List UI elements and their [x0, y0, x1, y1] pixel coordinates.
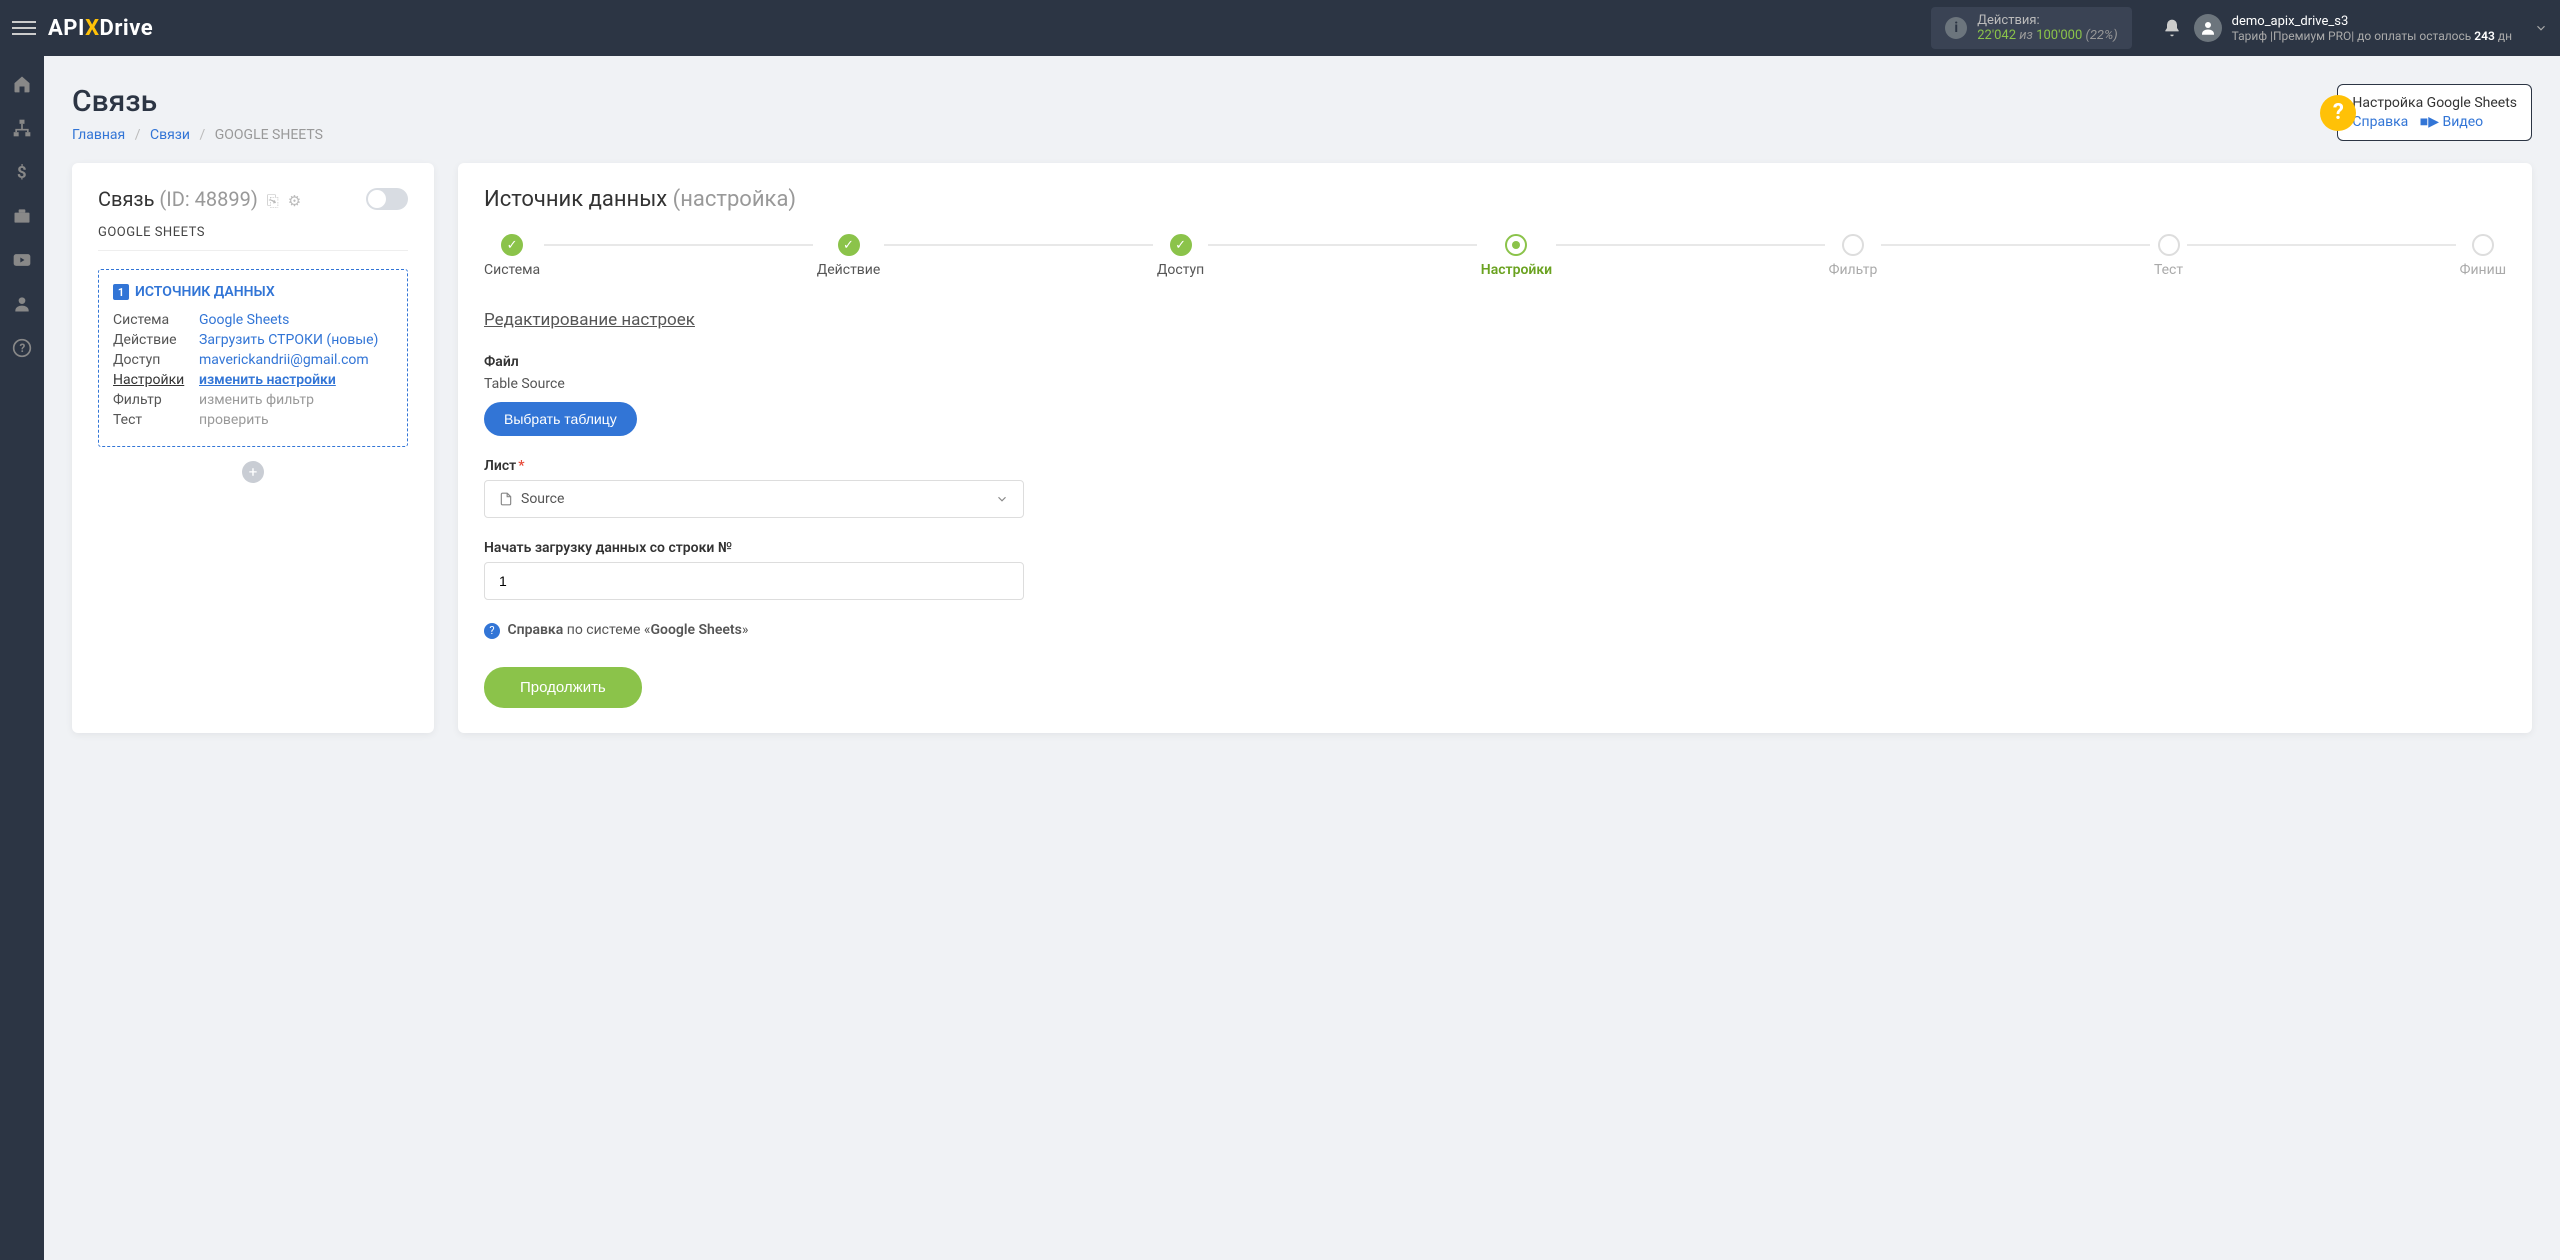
- stepper: ✓Система ✓Действие ✓Доступ Настройки Фил…: [484, 234, 2506, 278]
- step-action[interactable]: ✓Действие: [817, 234, 881, 278]
- logo-api: API: [48, 16, 85, 41]
- left-card-title: Связь (ID: 48899) ⎘ ⚙: [98, 187, 301, 211]
- source-title: ИСТОЧНИК ДАННЫХ: [135, 284, 275, 300]
- src-action-link[interactable]: Загрузить СТРОКИ (новые): [199, 332, 378, 348]
- home-icon[interactable]: [12, 74, 32, 94]
- src-settings-link[interactable]: изменить настройки: [199, 372, 336, 388]
- enable-toggle[interactable]: [366, 188, 408, 210]
- logo[interactable]: APIXDrive: [48, 16, 153, 41]
- breadcrumb: Главная / Связи / GOOGLE SHEETS: [72, 127, 2532, 143]
- step-filter[interactable]: Фильтр: [1829, 234, 1878, 278]
- left-card-subtitle: GOOGLE SHEETS: [98, 225, 408, 251]
- chevron-down-icon: [995, 492, 1009, 506]
- briefcase-icon[interactable]: [12, 206, 32, 226]
- src-filter-link[interactable]: изменить фильтр: [199, 392, 314, 408]
- svg-text:$: $: [17, 164, 27, 182]
- breadcrumb-home[interactable]: Главная: [72, 127, 125, 143]
- step-finish[interactable]: Финиш: [2460, 234, 2506, 278]
- user-name: demo_apix_drive_s3: [2232, 14, 2512, 29]
- source-badge: 1: [113, 284, 129, 300]
- source-block: 1 ИСТОЧНИК ДАННЫХ СистемаGoogle Sheets Д…: [98, 269, 408, 447]
- user-icon[interactable]: [12, 294, 32, 314]
- file-icon: [499, 492, 513, 506]
- src-test-link[interactable]: проверить: [199, 412, 269, 428]
- actions-percent: (22%): [2086, 28, 2118, 43]
- actions-label: Действия:: [1977, 13, 2117, 28]
- actions-of: из: [2019, 28, 2033, 43]
- step-settings[interactable]: Настройки: [1481, 234, 1552, 278]
- sheet-label: Лист*: [484, 458, 2506, 474]
- logo-x: X: [85, 16, 99, 41]
- hamburger-menu-icon[interactable]: [12, 16, 36, 40]
- youtube-icon[interactable]: [12, 250, 32, 270]
- user-info[interactable]: demo_apix_drive_s3 Тариф |Премиум PRO| д…: [2194, 14, 2512, 43]
- help-badge-icon[interactable]: ?: [2320, 95, 2356, 131]
- actions-used: 22'042: [1977, 28, 2016, 43]
- video-icon: ■▶: [2420, 114, 2439, 130]
- logo-drive: Drive: [100, 16, 154, 41]
- help-ref-link[interactable]: Справка: [2352, 114, 2408, 130]
- actions-total: 100'000: [2036, 28, 2082, 43]
- right-heading: Источник данных (настройка): [484, 187, 2506, 212]
- sheet-selected: Source: [521, 491, 564, 507]
- start-row-input[interactable]: [484, 562, 1024, 600]
- question-icon[interactable]: ?: [12, 338, 32, 358]
- topbar: APIXDrive i Действия: 22'042 из 100'000 …: [0, 0, 2560, 56]
- src-system-link[interactable]: Google Sheets: [199, 312, 289, 328]
- breadcrumb-links[interactable]: Связи: [150, 127, 190, 143]
- step-system[interactable]: ✓Система: [484, 234, 540, 278]
- info-icon: i: [1945, 17, 1967, 39]
- page-title: Связь: [72, 84, 2532, 119]
- right-card: Источник данных (настройка) ✓Система ✓Де…: [458, 163, 2532, 733]
- start-row-label: Начать загрузку данных со строки №: [484, 540, 2506, 556]
- add-destination-button[interactable]: +: [242, 461, 264, 483]
- dollar-icon[interactable]: $: [12, 162, 32, 182]
- sitemap-icon[interactable]: [12, 118, 32, 138]
- left-card: Связь (ID: 48899) ⎘ ⚙ GOOGLE SHEETS 1 ИС…: [72, 163, 434, 733]
- help-popover: ? Настройка Google Sheets Справка ■▶ Вид…: [2337, 84, 2532, 141]
- sidebar: $ ?: [0, 56, 44, 1260]
- src-access-link[interactable]: maverickandrii@gmail.com: [199, 352, 369, 368]
- user-plan: Тариф |Премиум PRO| до оплаты осталось 2…: [2232, 29, 2512, 43]
- system-help-link[interactable]: ? Справка по системе «Google Sheets»: [484, 622, 2506, 639]
- select-table-button[interactable]: Выбрать таблицу: [484, 402, 637, 436]
- file-value: Table Source: [484, 376, 2506, 392]
- step-access[interactable]: ✓Доступ: [1157, 234, 1204, 278]
- connection-id: (ID: 48899): [159, 187, 257, 211]
- file-label: Файл: [484, 354, 2506, 370]
- bell-icon[interactable]: [2162, 18, 2182, 38]
- continue-button[interactable]: Продолжить: [484, 667, 642, 708]
- chevron-down-icon[interactable]: [2534, 21, 2548, 35]
- section-title: Редактирование настроек: [484, 310, 2506, 330]
- copy-icon[interactable]: ⎘: [267, 192, 279, 210]
- gear-icon[interactable]: ⚙: [288, 192, 301, 210]
- actions-counter[interactable]: i Действия: 22'042 из 100'000 (22%): [1931, 7, 2131, 49]
- avatar-icon: [2194, 14, 2222, 42]
- help-video-link[interactable]: Видео: [2442, 114, 2483, 130]
- svg-text:?: ?: [20, 341, 26, 355]
- help-popover-title: Настройка Google Sheets: [2352, 95, 2517, 111]
- step-test[interactable]: Тест: [2154, 234, 2183, 278]
- help-question-icon: ?: [484, 623, 500, 639]
- breadcrumb-current: GOOGLE SHEETS: [215, 127, 323, 143]
- content: Связь Главная / Связи / GOOGLE SHEETS ? …: [44, 56, 2560, 1260]
- sheet-select[interactable]: Source: [484, 480, 1024, 518]
